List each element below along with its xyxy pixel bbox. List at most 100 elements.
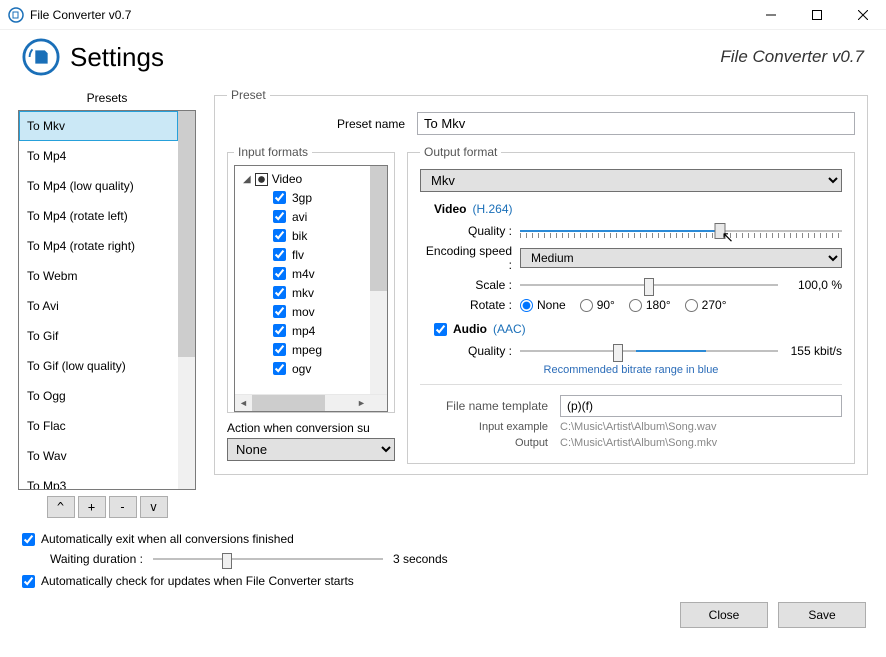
rotate-option[interactable]: 270° (685, 298, 727, 312)
auto-exit-label: Automatically exit when all conversions … (41, 532, 294, 546)
encoding-speed-label: Encoding speed : (420, 244, 520, 272)
output-format-fieldset: Output format Mkv Video (H.264) Quality … (407, 145, 855, 464)
input-formats-legend: Input formats (234, 145, 312, 159)
format-checkbox[interactable] (273, 362, 286, 375)
format-item[interactable]: ogv (273, 359, 370, 378)
format-item[interactable]: m4v (273, 264, 370, 283)
rotate-option-label: 180° (646, 298, 671, 312)
format-checkbox[interactable] (273, 229, 286, 242)
preset-item[interactable]: To Flac (19, 411, 178, 441)
action-select[interactable]: None (227, 438, 395, 461)
rotate-radio[interactable] (520, 299, 533, 312)
video-quality-slider[interactable]: ↖ (520, 222, 842, 240)
encoding-speed-select[interactable]: Medium (520, 248, 842, 268)
preset-item[interactable]: To Wav (19, 441, 178, 471)
format-checkbox[interactable] (273, 343, 286, 356)
app-icon (8, 7, 24, 23)
format-item[interactable]: 3gp (273, 188, 370, 207)
collapse-icon[interactable]: ◢ (243, 174, 251, 185)
preset-down-button[interactable]: v (140, 496, 168, 518)
preset-item[interactable]: To Gif (19, 321, 178, 351)
format-item[interactable]: flv (273, 245, 370, 264)
preset-add-button[interactable]: + (78, 496, 106, 518)
rotate-option-label: 270° (702, 298, 727, 312)
scale-value: 100,0 % (786, 278, 842, 292)
save-button[interactable]: Save (778, 602, 866, 628)
auto-exit-row[interactable]: Automatically exit when all conversions … (22, 532, 864, 546)
scroll-right-icon[interactable]: ► (353, 395, 370, 411)
format-checkbox[interactable] (273, 210, 286, 223)
preset-item[interactable]: To Mp4 (low quality) (19, 171, 178, 201)
close-dialog-button[interactable]: Close (680, 602, 768, 628)
rotate-option[interactable]: None (520, 298, 566, 312)
scale-slider[interactable] (520, 276, 778, 294)
format-item[interactable]: mp4 (273, 321, 370, 340)
filename-template-input[interactable] (560, 395, 842, 417)
format-checkbox[interactable] (273, 191, 286, 204)
waiting-duration-slider[interactable] (153, 550, 383, 568)
format-label: avi (292, 210, 307, 224)
rotate-radio[interactable] (580, 299, 593, 312)
minimize-button[interactable] (748, 0, 794, 30)
preset-remove-button[interactable]: - (109, 496, 137, 518)
preset-item[interactable]: To Mkv (19, 111, 178, 141)
header-subtitle: File Converter v0.7 (720, 47, 864, 67)
auto-update-checkbox[interactable] (22, 575, 35, 588)
auto-update-row[interactable]: Automatically check for updates when Fil… (22, 574, 864, 588)
format-label: mp4 (292, 324, 315, 338)
input-example-label: Input example (420, 421, 560, 433)
format-label: flv (292, 248, 304, 262)
preset-list[interactable]: To MkvTo Mp4To Mp4 (low quality)To Mp4 (… (18, 110, 196, 490)
auto-exit-checkbox[interactable] (22, 533, 35, 546)
audio-codec: (AAC) (493, 322, 526, 336)
format-checkbox[interactable] (273, 305, 286, 318)
format-item[interactable]: mkv (273, 283, 370, 302)
format-checkbox[interactable] (273, 324, 286, 337)
preset-up-button[interactable]: ^ (47, 496, 75, 518)
format-checkbox[interactable] (273, 286, 286, 299)
rotate-radio[interactable] (685, 299, 698, 312)
format-item[interactable]: mpeg (273, 340, 370, 359)
preset-item[interactable]: To Mp4 (rotate left) (19, 201, 178, 231)
preset-name-input[interactable] (417, 112, 855, 135)
preset-scrollbar[interactable] (178, 111, 195, 489)
audio-quality-slider[interactable] (520, 342, 778, 360)
close-button[interactable] (840, 0, 886, 30)
maximize-button[interactable] (794, 0, 840, 30)
rotate-option[interactable]: 180° (629, 298, 671, 312)
format-label: mov (292, 305, 315, 319)
tree-root-video[interactable]: ◢ Video (243, 170, 370, 188)
output-example-label: Output (420, 437, 560, 449)
video-checkbox[interactable] (255, 173, 268, 186)
format-checkbox[interactable] (273, 248, 286, 261)
format-label: 3gp (292, 191, 312, 205)
format-label: m4v (292, 267, 315, 281)
preset-item[interactable]: To Avi (19, 291, 178, 321)
format-item[interactable]: avi (273, 207, 370, 226)
audio-enable-checkbox[interactable] (434, 323, 447, 336)
tree-scrollbar-v[interactable] (370, 166, 387, 394)
preset-item[interactable]: To Mp4 (19, 141, 178, 171)
preset-item[interactable]: To Mp4 (rotate right) (19, 231, 178, 261)
window-title: File Converter v0.7 (30, 8, 748, 22)
rotate-radio[interactable] (629, 299, 642, 312)
rotate-option[interactable]: 90° (580, 298, 615, 312)
tree-scrollbar-h[interactable]: ◄ ► (235, 394, 387, 411)
format-checkbox[interactable] (273, 267, 286, 280)
format-item[interactable]: bik (273, 226, 370, 245)
waiting-duration-label: Waiting duration : (50, 552, 143, 566)
video-quality-label: Quality : (420, 224, 520, 238)
format-item[interactable]: mov (273, 302, 370, 321)
preset-item[interactable]: To Ogg (19, 381, 178, 411)
preset-legend: Preset (227, 88, 270, 102)
output-format-select[interactable]: Mkv (420, 169, 842, 192)
format-label: mkv (292, 286, 314, 300)
preset-item[interactable]: To Webm (19, 261, 178, 291)
preset-item[interactable]: To Gif (low quality) (19, 351, 178, 381)
tree-root-label: Video (272, 172, 302, 186)
scroll-left-icon[interactable]: ◄ (235, 395, 252, 411)
preset-fieldset: Preset Preset name Input formats ◢ (214, 88, 868, 475)
preset-item[interactable]: To Mp3 (19, 471, 178, 489)
rotate-option-label: None (537, 298, 566, 312)
app-logo-icon (22, 38, 60, 76)
